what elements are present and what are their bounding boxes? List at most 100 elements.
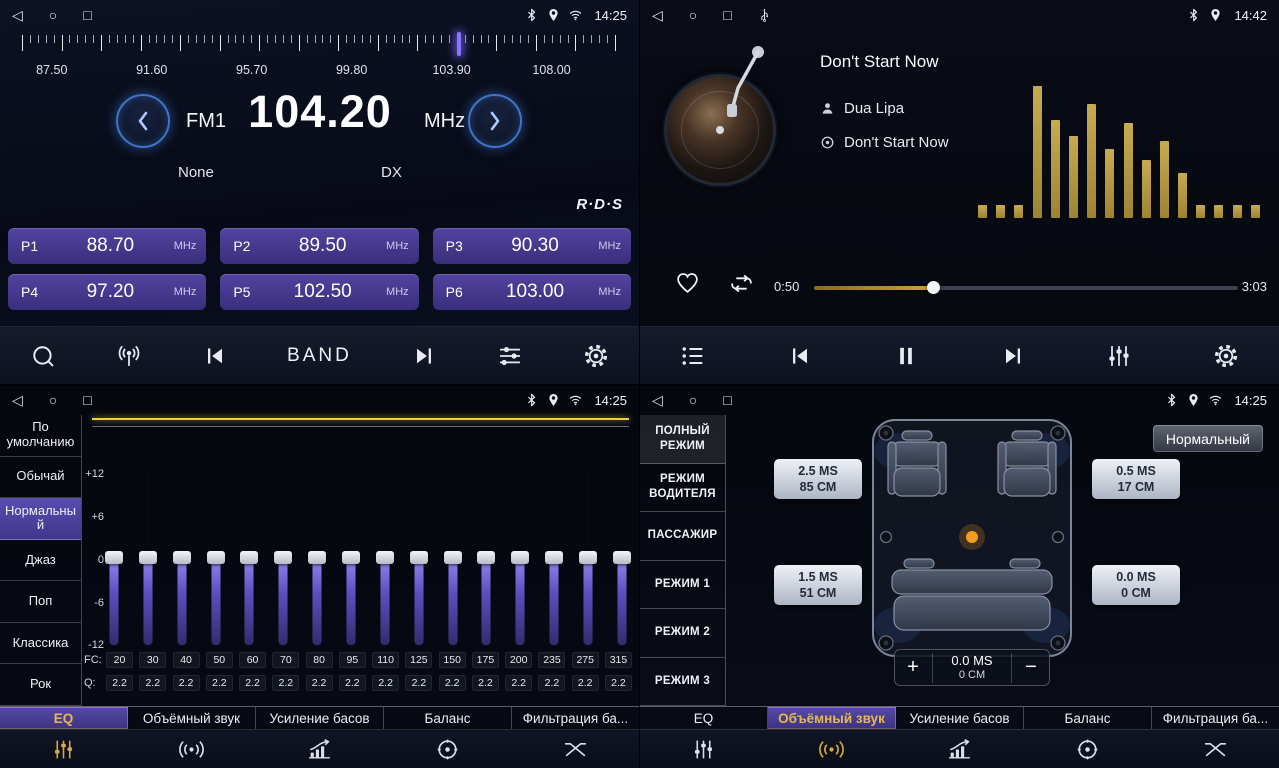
sound-profile-button[interactable]: Нормальный xyxy=(1153,425,1263,452)
audio-tab-4[interactable]: Баланс xyxy=(384,707,512,729)
recents-button[interactable]: □ xyxy=(723,8,731,22)
home-button[interactable]: ○ xyxy=(49,393,57,407)
playlist-button[interactable] xyxy=(679,342,707,370)
slider-thumb[interactable] xyxy=(308,551,326,564)
home-button[interactable]: ○ xyxy=(689,393,697,407)
slider-thumb[interactable] xyxy=(342,551,360,564)
slider-thumb[interactable] xyxy=(240,551,258,564)
audio-tab-2[interactable]: Объёмный звук xyxy=(128,707,256,729)
audio-tab-3[interactable]: Усиление басов xyxy=(896,707,1024,729)
eq-band-slider-60[interactable] xyxy=(239,471,259,645)
slider-thumb[interactable] xyxy=(613,551,631,564)
eq-band-slider-275[interactable] xyxy=(578,471,598,645)
eq-band-slider-80[interactable] xyxy=(307,471,327,645)
preset-button-p3[interactable]: P390.30MHz xyxy=(433,228,631,264)
audio-tab-icon-bass[interactable] xyxy=(256,730,384,768)
slider-thumb[interactable] xyxy=(376,551,394,564)
settings-button[interactable] xyxy=(1212,342,1240,370)
audio-tab-3[interactable]: Усиление басов xyxy=(256,707,384,729)
slider-thumb[interactable] xyxy=(274,551,292,564)
delay-front-left[interactable]: 2.5 MS 85 СМ xyxy=(774,459,862,499)
audio-tab-icon-eq[interactable] xyxy=(0,730,128,768)
surround-mode-item[interactable]: ПАССАЖИР xyxy=(640,512,725,561)
eq-band-slider-50[interactable] xyxy=(206,471,226,645)
settings-button[interactable] xyxy=(582,342,610,370)
home-button[interactable]: ○ xyxy=(689,8,697,22)
eq-preset-item[interactable]: Поп xyxy=(0,581,81,623)
back-button[interactable]: ◁ xyxy=(12,8,23,22)
eq-band-slider-235[interactable] xyxy=(544,471,564,645)
preset-button-p6[interactable]: P6103.00MHz xyxy=(433,274,631,310)
audio-tab-icon-balance[interactable] xyxy=(1023,730,1151,768)
audio-tab-2[interactable]: Объёмный звук xyxy=(768,707,896,729)
surround-mode-item[interactable]: ПОЛНЫЙ РЕЖИМ xyxy=(640,415,725,464)
slider-thumb[interactable] xyxy=(105,551,123,564)
frequency-pointer[interactable] xyxy=(457,32,461,56)
tune-down-button[interactable] xyxy=(116,94,170,148)
slider-thumb[interactable] xyxy=(511,551,529,564)
eq-band-slider-30[interactable] xyxy=(138,471,158,645)
slider-thumb[interactable] xyxy=(410,551,428,564)
audio-tab-icon-eq[interactable] xyxy=(640,730,768,768)
tune-up-button[interactable] xyxy=(468,94,522,148)
delay-rear-left[interactable]: 1.5 MS 51 СМ xyxy=(774,565,862,605)
preset-button-p2[interactable]: P289.50MHz xyxy=(220,228,418,264)
preset-button-p1[interactable]: P188.70MHz xyxy=(8,228,206,264)
previous-station-button[interactable] xyxy=(201,342,229,370)
audio-tab-icon-balance[interactable] xyxy=(383,730,511,768)
scan-button[interactable] xyxy=(29,342,57,370)
eq-band-slider-95[interactable] xyxy=(341,471,361,645)
slider-thumb[interactable] xyxy=(207,551,225,564)
preset-button-p4[interactable]: P497.20MHz xyxy=(8,274,206,310)
next-station-button[interactable] xyxy=(410,342,438,370)
home-button[interactable]: ○ xyxy=(49,8,57,22)
recents-button[interactable]: □ xyxy=(83,393,91,407)
favorite-button[interactable] xyxy=(674,270,701,295)
band-button[interactable]: BAND xyxy=(287,345,352,367)
audio-tab-1[interactable]: EQ xyxy=(0,707,128,729)
pause-button[interactable] xyxy=(892,342,920,370)
audio-settings-button[interactable] xyxy=(1105,342,1133,370)
surround-mode-item[interactable]: РЕЖИМ ВОДИТЕЛЯ xyxy=(640,464,725,513)
audio-tab-icon-bass[interactable] xyxy=(896,730,1024,768)
preset-button-p5[interactable]: P5102.50MHz xyxy=(220,274,418,310)
decrease-delay-button[interactable]: − xyxy=(1012,656,1050,679)
eq-preset-item[interactable]: По умолчанию xyxy=(0,415,81,457)
eq-preset-item[interactable]: Обычай xyxy=(0,457,81,499)
audio-tab-icon-filter[interactable] xyxy=(1151,730,1279,768)
eq-preset-item[interactable]: Классика xyxy=(0,623,81,665)
slider-thumb[interactable] xyxy=(545,551,563,564)
back-button[interactable]: ◁ xyxy=(652,393,663,407)
eq-preset-item[interactable]: Нормальный xyxy=(0,498,81,540)
eq-band-slider-125[interactable] xyxy=(409,471,429,645)
eq-band-slider-150[interactable] xyxy=(443,471,463,645)
repeat-button[interactable] xyxy=(728,271,755,296)
audio-tab-4[interactable]: Баланс xyxy=(1024,707,1152,729)
slider-thumb[interactable] xyxy=(444,551,462,564)
audio-tab-5[interactable]: Фильтрация ба... xyxy=(512,707,639,729)
back-button[interactable]: ◁ xyxy=(12,393,23,407)
surround-mode-item[interactable]: РЕЖИМ 2 xyxy=(640,609,725,658)
previous-track-button[interactable] xyxy=(786,342,814,370)
next-track-button[interactable] xyxy=(999,342,1027,370)
audio-tab-icon-filter[interactable] xyxy=(511,730,639,768)
broadcast-button[interactable] xyxy=(115,342,143,370)
slider-thumb[interactable] xyxy=(579,551,597,564)
eq-preset-item[interactable]: Джаз xyxy=(0,540,81,582)
eq-band-slider-40[interactable] xyxy=(172,471,192,645)
eq-band-slider-20[interactable] xyxy=(104,471,124,645)
delay-rear-right[interactable]: 0.0 MS 0 СМ xyxy=(1092,565,1180,605)
surround-mode-item[interactable]: РЕЖИМ 1 xyxy=(640,561,725,610)
eq-band-slider-70[interactable] xyxy=(273,471,293,645)
increase-delay-button[interactable]: + xyxy=(894,656,932,679)
eq-band-slider-175[interactable] xyxy=(476,471,496,645)
recents-button[interactable]: □ xyxy=(723,393,731,407)
audio-tab-icon-surround[interactable] xyxy=(768,730,896,768)
delay-front-right[interactable]: 0.5 MS 17 СМ xyxy=(1092,459,1180,499)
slider-thumb[interactable] xyxy=(139,551,157,564)
recents-button[interactable]: □ xyxy=(83,8,91,22)
progress-bar[interactable] xyxy=(814,286,1238,290)
audio-tab-1[interactable]: EQ xyxy=(640,707,768,729)
frequency-ruler[interactable] xyxy=(22,33,617,59)
audio-tab-icon-surround[interactable] xyxy=(128,730,256,768)
